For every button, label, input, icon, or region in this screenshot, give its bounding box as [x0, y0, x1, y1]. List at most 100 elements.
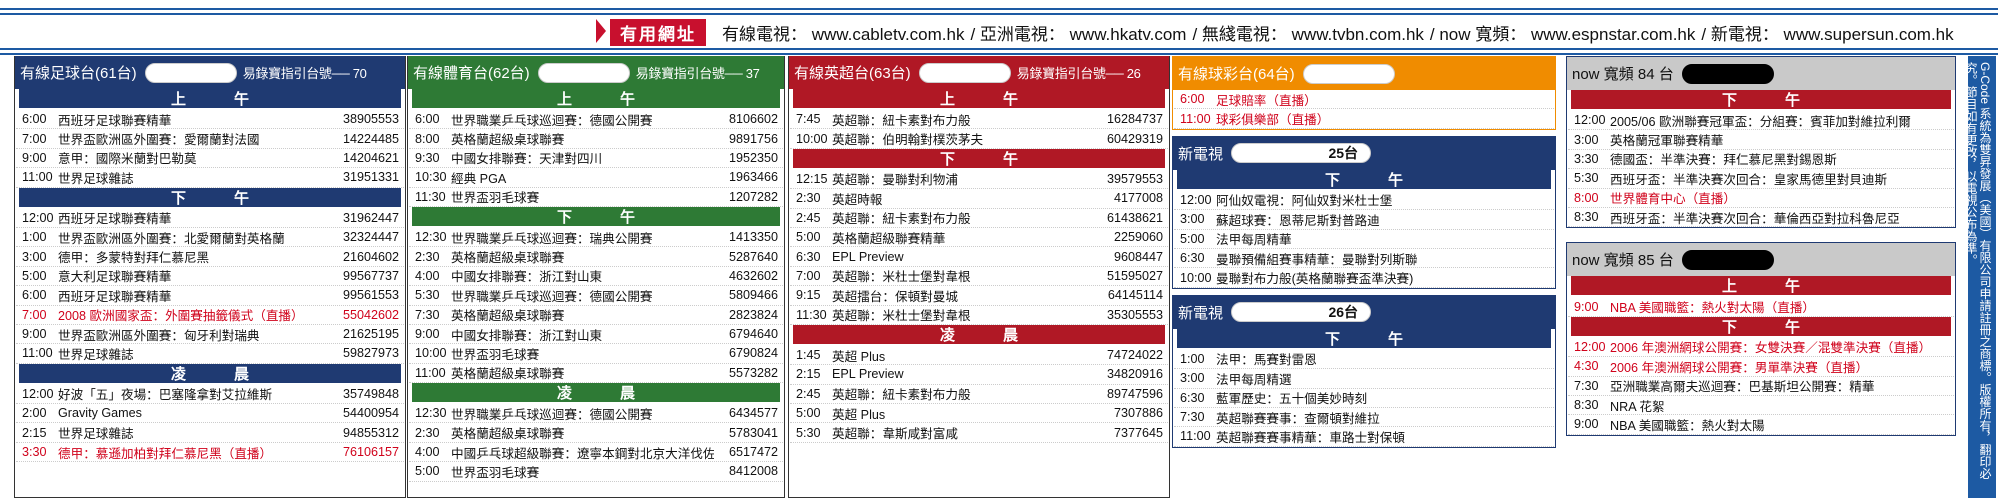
- gcode-number: 7307886: [1113, 406, 1163, 421]
- channel-title: now 寬頻 84 台: [1572, 66, 1674, 83]
- program-time: 3:30: [1574, 151, 1599, 166]
- program-title: 曼聯對布力般(英格蘭聯賽盃準決賽): [1216, 272, 1414, 287]
- url-cable[interactable]: 有線電視： www.cabletv.com.hk: [722, 20, 964, 45]
- program-title: 德甲：慕遜加柏對拜仁慕尼黑（直播）: [58, 446, 273, 461]
- program-time: 8:00: [1574, 190, 1599, 205]
- program-time: 12:00: [1574, 339, 1606, 354]
- copyright-sidebar: G-Code 系統為雙昇發展（美國）有限公司申請註冊之商標。版權所有，翻印必究。…: [1968, 56, 1996, 498]
- program-time: 6:30: [1180, 251, 1205, 266]
- gcode-number: 9608447: [1113, 249, 1163, 264]
- channel-title: 新電視: [1178, 304, 1224, 322]
- program-time: 7:00: [22, 307, 47, 322]
- program-row: 2:00 Gravity Games 54400954: [16, 404, 404, 424]
- program-title: 德甲：多蒙特對拜仁慕尼黑: [58, 251, 210, 266]
- program-title: 英超聯：紐卡素對布力般: [832, 113, 971, 128]
- program-row: 2:30 英超時報 4177008: [790, 189, 1168, 209]
- program-title: 世界足球雜誌: [58, 427, 134, 442]
- program-title: EPL Preview: [832, 367, 904, 382]
- channel-61-column: 有線足球台(61台) 易錄寶指引台號── 70 上午 6:00 西班牙足球聯賽精華…: [14, 56, 406, 498]
- program-row: 8:00 英格蘭超級桌球聯賽 9891756: [409, 129, 783, 149]
- program-title: 西班牙足球聯賽精華: [58, 113, 172, 128]
- guide-number: 易錄寶指引台號── 37: [635, 66, 760, 81]
- gcode-number: 54400954: [342, 406, 399, 421]
- program-time: 11:00: [1180, 111, 1211, 126]
- program-row: 12:15 英超聯：曼聯對利物浦 39579553: [790, 170, 1168, 190]
- pm-band: 下午: [1571, 90, 1951, 109]
- program-row: 4:00 中國乒乓球超級聯賽：遼寧本鋼對北京大洋伐佐 6517472: [409, 443, 783, 463]
- gcode-number: 35305553: [1106, 307, 1163, 322]
- program-title: 英超 Plus: [832, 349, 886, 364]
- channel-title: now 寬頻 85 台: [1572, 252, 1674, 270]
- program-time: 12:00: [1574, 113, 1606, 128]
- program-row: 9:00 意甲：國際米蘭對巴勒莫 14204621: [16, 149, 404, 169]
- gcode-number: 8106602: [728, 112, 778, 127]
- program-title: 英超擂台：保頓對曼城: [832, 289, 958, 304]
- program-time: 12:00: [22, 210, 54, 225]
- useful-urls: 有用網址 有線電視： www.cabletv.com.hk / 亞洲電視： ww…: [596, 18, 1960, 46]
- program-time: 5:00: [1180, 231, 1205, 246]
- program-row: 2:30 英格蘭超級桌球聯賽 5783041: [409, 423, 783, 443]
- program-row: 8:00 世界體育中心（直播）: [1568, 189, 1954, 208]
- program-row: 12:00 阿仙奴電視：阿仙奴對米杜士堡: [1174, 191, 1554, 211]
- pm-band: 下午: [1177, 328, 1551, 348]
- guide-number: 易錄寶指引台號── 26: [1016, 66, 1141, 81]
- program-time: 12:00: [22, 386, 54, 401]
- program-title: 世界盃羽毛球賽: [451, 348, 540, 362]
- channel-header: 有線球彩台(64台): [1173, 57, 1555, 90]
- program-time: 12:00: [1180, 192, 1212, 207]
- url-atv[interactable]: / 亞洲電視： www.hkatv.com: [970, 20, 1186, 45]
- channel-header: now 寬頻 84 台: [1567, 57, 1955, 90]
- channel-number: 25台: [1231, 143, 1372, 164]
- program-title: 法甲每周精選: [1216, 372, 1292, 387]
- program-title: 英超聯：伯明翰對樸茨茅夫: [832, 133, 984, 148]
- program-time: 7:00: [22, 131, 47, 146]
- newtv-25-section: 新電視 25台 下午 12:00 阿仙奴電視：阿仙奴對米杜士堡 3:00 蘇超球賽：恩…: [1172, 135, 1556, 289]
- program-title: 英格蘭超級桌球聯賽: [451, 133, 565, 148]
- program-time: 4:30: [1574, 359, 1599, 374]
- program-time: 2:30: [415, 249, 440, 264]
- program-time: 9:00: [22, 150, 47, 165]
- program-time: 6:00: [22, 112, 47, 127]
- program-time: 4:00: [415, 268, 440, 283]
- url-newtv[interactable]: / 新電視： www.supersun.com.hk: [1701, 20, 1953, 45]
- program-title: 經典 PGA: [451, 171, 507, 186]
- now-84-section: now 寬頻 84 台 下午 12:00 2005/06 歐洲聯賽冠軍盃：分組賽：…: [1566, 56, 1956, 229]
- program-row: 5:30 英超聯：韋斯咸對富咸 7377645: [790, 423, 1168, 443]
- program-row: 10:00 曼聯對布力般(英格蘭聯賽盃準決賽): [1174, 268, 1554, 288]
- program-title: 亞洲職業高爾夫巡迴賽：巴基斯坦公開賽：精華: [1610, 380, 1875, 395]
- program-time: 8:30: [1574, 210, 1599, 225]
- program-title: 世界職業乒乓球巡迴賽：德國公開賽: [451, 113, 653, 128]
- gcode-number: 35749848: [342, 386, 399, 401]
- program-time: 1:00: [1180, 351, 1205, 366]
- gcode-number: 94855312: [342, 425, 399, 440]
- program-row: 6:00 世界職業乒乓球巡迴賽：德國公開賽 8106602: [409, 110, 783, 130]
- url-now[interactable]: / now 寬頻： www.espnstar.com.hk: [1430, 20, 1695, 45]
- program-row: 4:30 2006 年澳洲網球公開賽：男單準決賽（直播）: [1568, 357, 1954, 377]
- program-time: 10:00: [796, 131, 828, 146]
- program-row: 5:00 英超 Plus 7307886: [790, 404, 1168, 424]
- program-time: 12:15: [796, 171, 828, 186]
- url-tvb[interactable]: / 無綫電視： www.tvbn.com.hk: [1192, 20, 1423, 45]
- gcode-number: 14204621: [342, 150, 399, 165]
- program-title: 法甲每周精華: [1216, 233, 1292, 248]
- gcode-number: 61438621: [1106, 210, 1163, 225]
- program-row: 2:30 英格蘭超級桌球聯賽 5287640: [409, 247, 783, 267]
- program-title: 好波「五」夜場：巴塞隆拿對艾拉維斯: [58, 388, 273, 403]
- program-title: 世界職業乒乓球巡迴賽：德國公開賽: [451, 289, 653, 304]
- program-time: 6:00: [1180, 92, 1205, 107]
- program-title: 曼聯預備組賽事精華：曼聯對列斯聯: [1216, 252, 1418, 267]
- program-title: 世界足球雜誌: [58, 171, 134, 186]
- gcode-pill: [1302, 63, 1395, 84]
- header-rule: [0, 48, 1998, 50]
- gcode-number: 51595027: [1106, 268, 1163, 283]
- program-row: 11:30 英超聯：米杜士堡對韋根 35305553: [790, 306, 1168, 325]
- channel-title: 有線球彩台(64台): [1178, 66, 1295, 83]
- program-title: 中國女排聯賽：天津對四川: [451, 152, 603, 167]
- program-title: EPL Preview: [832, 249, 904, 264]
- program-time: 10:00: [1180, 270, 1212, 285]
- gcode-pill: [537, 62, 630, 83]
- program-title: 2008 歐洲國家盃：外圍賽抽籤儀式（直播）: [58, 309, 304, 324]
- program-title: 英格蘭超級桌球聯賽: [451, 309, 565, 324]
- program-time: 6:30: [1180, 390, 1205, 405]
- program-title: 英格蘭超級桌球聯賽: [451, 251, 565, 266]
